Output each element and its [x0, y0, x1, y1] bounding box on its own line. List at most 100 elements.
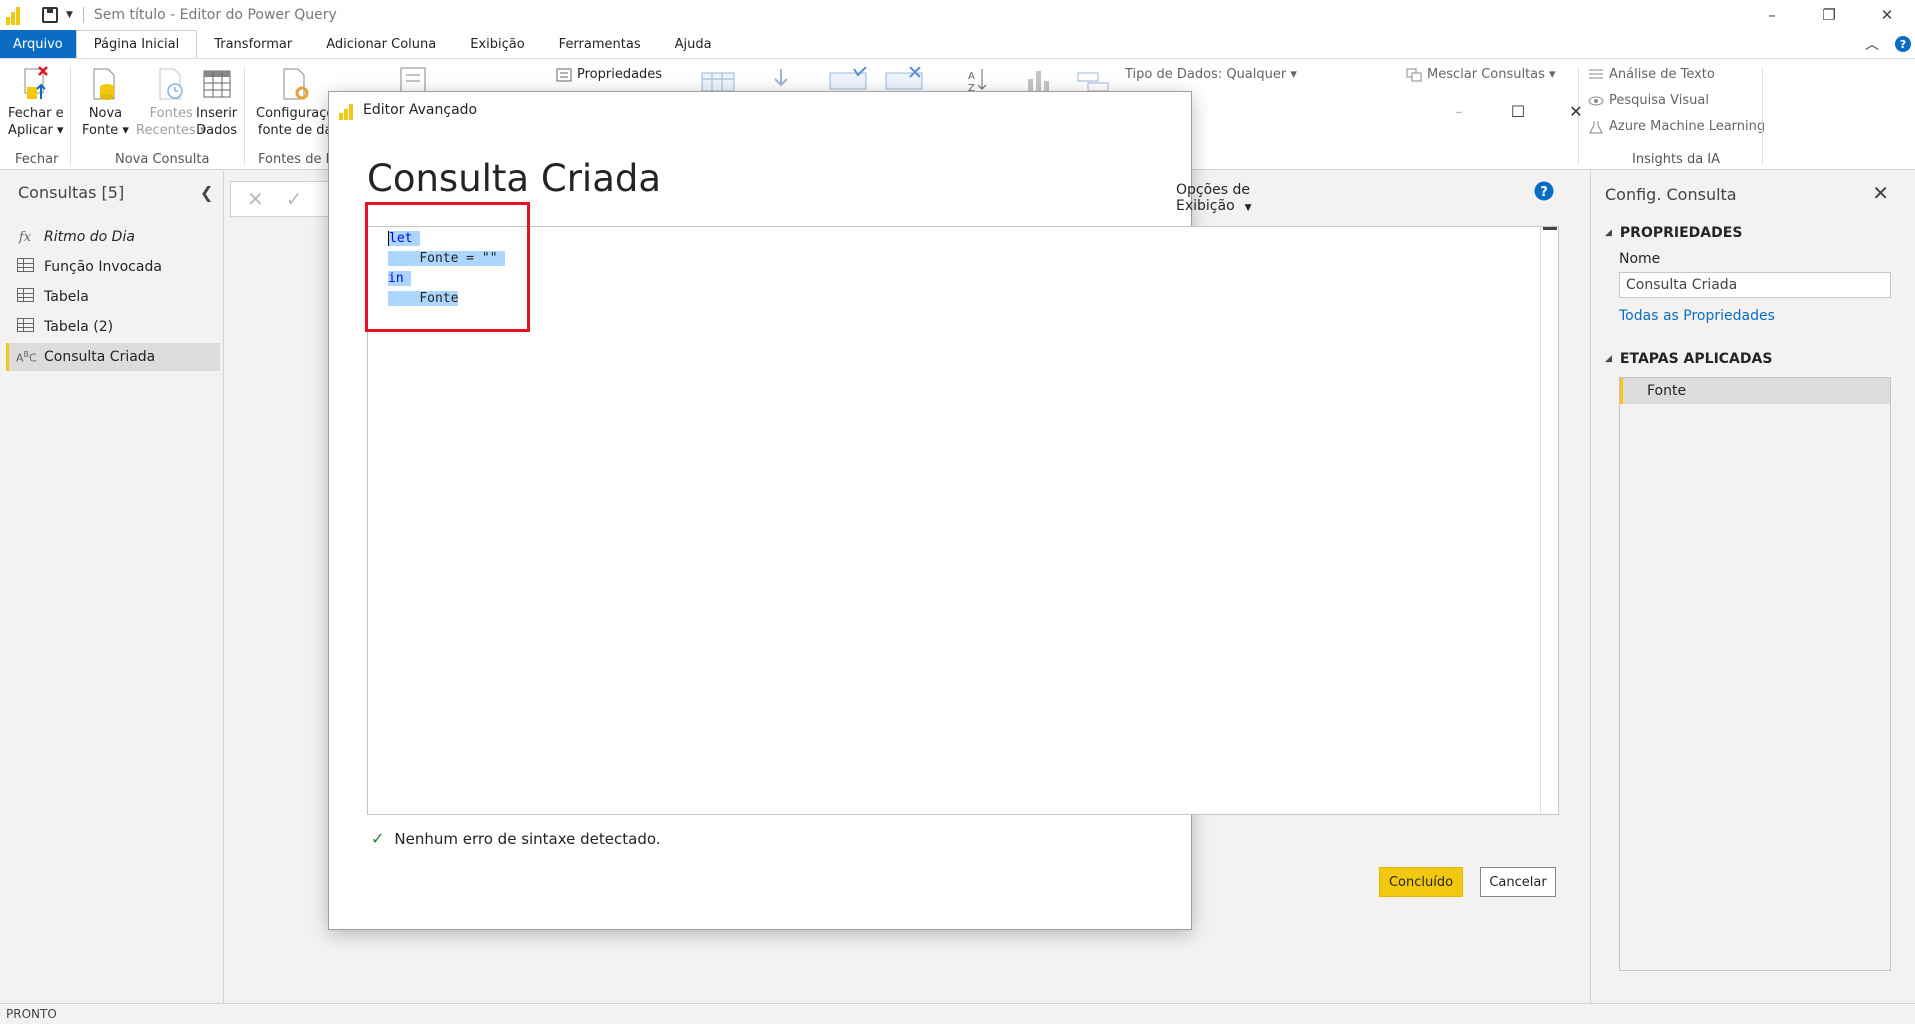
enter-data-icon [203, 70, 231, 98]
data-type-label: Tipo de Dados: Qualquer ▾ [1125, 67, 1297, 82]
close-apply-label-2: Aplicar ▾ [8, 123, 64, 138]
sort-icon[interactable]: AZ [966, 67, 988, 93]
query-item-funcao-invocada[interactable]: Função Invocada [6, 253, 220, 281]
cancel-formula-icon[interactable]: ✕ [247, 187, 264, 211]
save-icon[interactable] [42, 7, 58, 23]
chevron-down-icon: ▼ [1244, 203, 1252, 213]
collapse-ribbon-icon[interactable]: ︿ [1865, 34, 1879, 54]
new-source-label-1: Nova [88, 106, 123, 121]
split-column-icon[interactable] [828, 67, 868, 93]
recent-sources-label-1: Fontes [149, 106, 193, 121]
transform-icon[interactable] [1076, 71, 1110, 93]
view-options-label: Opções de Exibição [1176, 182, 1251, 214]
group-label-new-query: Nova Consulta [115, 152, 210, 167]
keep-rows-icon[interactable] [766, 67, 796, 93]
power-bi-logo-icon [6, 5, 20, 25]
query-settings-title: Config. Consulta [1605, 185, 1737, 204]
query-label: Função Invocada [44, 259, 162, 275]
done-button[interactable]: Concluído [1379, 867, 1463, 897]
tab-help[interactable]: Ajuda [658, 30, 729, 58]
checkmark-icon: ✓ [371, 829, 385, 848]
commit-formula-icon[interactable]: ✓ [286, 187, 303, 211]
syntax-status: ✓ Nenhum erro de sintaxe detectado. [371, 829, 661, 848]
tab-file[interactable]: Arquivo [0, 30, 76, 58]
applied-step-fonte[interactable]: Fonte [1620, 378, 1890, 404]
view-options-dropdown[interactable]: Opções de Exibição ▼ [1176, 182, 1252, 214]
dialog-title: Editor Avançado [363, 102, 478, 118]
properties-label: Propriedades [577, 67, 663, 82]
text-analytics-label: Análise de Texto [1609, 67, 1715, 82]
group-separator [244, 67, 245, 165]
queries-panel-title: Consultas [5] [18, 183, 125, 202]
tab-home[interactable]: Página Inicial [75, 30, 198, 58]
query-label: Consulta Criada [44, 349, 156, 365]
svg-text:A: A [968, 71, 975, 82]
vision-button[interactable]: Pesquisa Visual [1588, 93, 1709, 108]
dialog-maximize-button[interactable]: ☐ [1503, 100, 1533, 122]
close-query-settings-icon[interactable]: ✕ [1872, 181, 1889, 205]
query-settings-panel: Config. Consulta ✕ ◢ PROPRIEDADES Nome T… [1590, 171, 1915, 1003]
title-separator [82, 7, 84, 23]
merge-queries-label: Mesclar Consultas ▾ [1427, 67, 1556, 82]
text-analytics-button[interactable]: Análise de Texto [1588, 67, 1715, 82]
close-window-button[interactable]: ✕ [1857, 0, 1915, 30]
data-type-dropdown[interactable]: Tipo de Dados: Qualquer ▾ [1125, 67, 1297, 82]
azure-ml-button[interactable]: Azure Machine Learning [1588, 119, 1765, 134]
window-title: Sem título - Editor do Power Query [93, 7, 337, 23]
merge-queries-button[interactable]: Mesclar Consultas ▾ [1406, 67, 1556, 82]
table-icon [16, 258, 34, 276]
close-apply-button[interactable]: Fechar e Aplicar ▾ [8, 65, 64, 139]
title-bar: ▼ Sem título - Editor do Power Query – ❐… [0, 0, 1915, 30]
query-item-ritmo-do-dia[interactable]: fx Ritmo do Dia [6, 223, 220, 251]
source-settings-button[interactable]: Configuraçõ fonte de da [256, 65, 334, 139]
group-label-ai-insights: Insights da IA [1632, 152, 1721, 167]
query-name-input[interactable] [1619, 272, 1891, 298]
properties-section-header[interactable]: ◢ PROPRIEDADES [1605, 225, 1742, 241]
tab-view[interactable]: Exibição [453, 30, 541, 58]
tab-transform[interactable]: Transformar [197, 30, 309, 58]
query-item-tabela-2[interactable]: Tabela (2) [6, 313, 220, 341]
properties-button[interactable]: Propriedades [556, 67, 662, 82]
help-icon[interactable]: ? [1533, 180, 1555, 202]
query-item-consulta-criada[interactable]: ABC Consulta Criada [6, 343, 220, 371]
applied-steps-list: Fonte [1619, 377, 1891, 971]
quick-access-dropdown-icon[interactable]: ▼ [66, 10, 73, 20]
minimize-button[interactable]: – [1742, 0, 1802, 30]
code-editor[interactable]: let Fonte = "" in Fonte [367, 226, 1559, 815]
query-item-tabela[interactable]: Tabela [6, 283, 220, 311]
tab-tools[interactable]: Ferramentas [542, 30, 658, 58]
chart-icon[interactable] [1024, 67, 1054, 93]
collapse-triangle-icon: ◢ [1605, 228, 1612, 238]
source-settings-label-1: Configuraçõ [256, 106, 335, 121]
syntax-status-text: Nenhum erro de sintaxe detectado. [394, 829, 661, 848]
choose-columns-icon[interactable] [700, 69, 736, 93]
new-source-icon [93, 68, 115, 100]
dialog-close-button[interactable]: ✕ [1561, 100, 1591, 122]
cancel-button[interactable]: Cancelar [1480, 867, 1556, 897]
help-icon[interactable]: ? [1895, 36, 1911, 52]
tab-add-column[interactable]: Adicionar Coluna [309, 30, 453, 58]
dialog-minimize-button[interactable]: – [1444, 100, 1474, 122]
collapse-queries-icon[interactable]: ❮ [200, 183, 213, 202]
enter-data-button[interactable]: Inserir Dados [196, 65, 237, 139]
applied-steps-header-label: ETAPAS APLICADAS [1619, 351, 1773, 367]
power-bi-logo-icon [339, 102, 353, 120]
group-label-close: Fechar [15, 152, 59, 167]
highlight-annotation-box [365, 202, 530, 332]
group-by-icon[interactable] [884, 67, 924, 93]
group-separator [1762, 67, 1763, 165]
collapse-triangle-icon: ◢ [1605, 354, 1612, 364]
editor-scrollbar[interactable] [1540, 227, 1558, 814]
enter-data-label-1: Inserir [196, 106, 238, 121]
group-separator [70, 67, 71, 165]
recent-sources-icon [159, 68, 183, 100]
query-label: Tabela (2) [44, 319, 114, 335]
restore-button[interactable]: ❐ [1799, 0, 1859, 30]
applied-steps-section-header[interactable]: ◢ ETAPAS APLICADAS [1605, 351, 1772, 367]
abc-icon: ABC [16, 349, 37, 365]
ribbon-tabs: Arquivo Página Inicial Transformar Adici… [0, 30, 1915, 58]
all-properties-link[interactable]: Todas as Propriedades [1619, 308, 1775, 324]
vision-label: Pesquisa Visual [1609, 93, 1709, 108]
new-source-button[interactable]: Nova Fonte ▾ [82, 65, 129, 139]
text-analytics-icon [1589, 69, 1603, 78]
